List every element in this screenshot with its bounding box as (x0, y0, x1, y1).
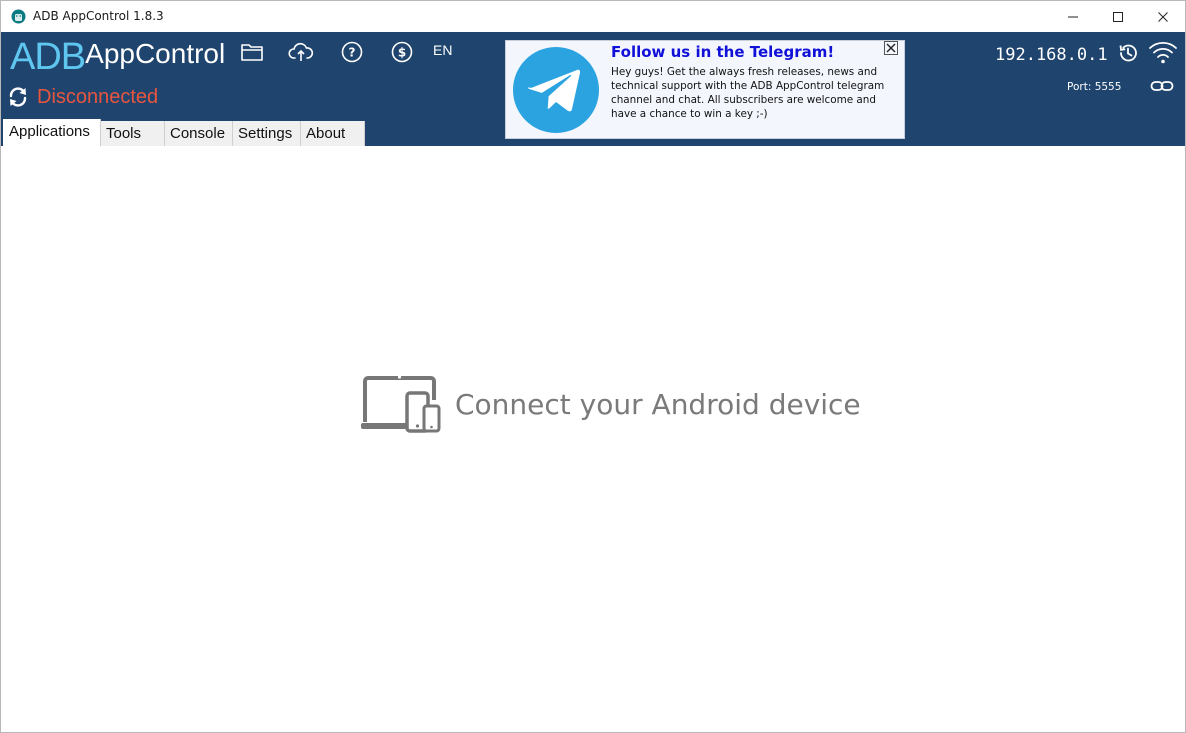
refresh-icon[interactable] (7, 86, 29, 108)
android-app-icon (11, 9, 26, 24)
question-circle-icon: ? (341, 41, 363, 63)
history-icon (1119, 44, 1137, 62)
logo-appcontrol-text: AppControl (85, 38, 226, 69)
tab-applications[interactable]: Applications (3, 119, 101, 146)
link-button[interactable] (1149, 76, 1175, 96)
title-bar[interactable]: ADB AppControl 1.8.3 (1, 1, 1185, 32)
wifi-connect-button[interactable] (1147, 39, 1179, 65)
main-content: Connect your Android device (1, 146, 1185, 732)
tab-about[interactable]: About (301, 121, 365, 146)
ip-address: 192.168.0.1 (995, 45, 1108, 65)
status-text: Disconnected (37, 85, 159, 108)
help-button[interactable]: ? (339, 39, 365, 65)
close-button[interactable] (1140, 1, 1186, 32)
telegram-banner[interactable]: Follow us in the Telegram! Hey guys! Get… (505, 40, 905, 139)
tab-settings[interactable]: Settings (233, 121, 301, 146)
history-button[interactable] (1115, 40, 1141, 66)
minimize-icon (1068, 16, 1078, 17)
maximize-icon (1113, 11, 1123, 22)
language-selector[interactable]: EN (433, 42, 452, 58)
empty-state: Connect your Android device (361, 374, 861, 434)
app-header: ADBAppControl ? $ EN Disconnected Follow… (1, 32, 1185, 146)
svg-text:$: $ (398, 46, 406, 60)
app-logo: ADBAppControl (10, 36, 225, 80)
wifi-icon (1149, 41, 1177, 64)
port-label: Port: 5555 (1067, 81, 1122, 93)
telegram-icon (513, 47, 599, 133)
banner-close-icon[interactable] (884, 41, 898, 55)
window-title: ADB AppControl 1.8.3 (33, 9, 164, 23)
connection-status: Disconnected (7, 84, 158, 110)
cloud-upload-button[interactable] (288, 39, 314, 65)
dollar-circle-icon: $ (391, 41, 413, 63)
folder-icon (241, 44, 263, 61)
app-window: ADB AppControl 1.8.3 ADBAppControl ? $ E… (0, 0, 1186, 733)
maximize-button[interactable] (1095, 1, 1141, 32)
cloud-upload-icon (288, 42, 314, 61)
banner-title: Follow us in the Telegram! (611, 43, 835, 61)
open-folder-button[interactable] (239, 39, 265, 65)
empty-message: Connect your Android device (455, 387, 861, 421)
link-icon (1150, 81, 1174, 91)
donate-button[interactable]: $ (389, 39, 415, 65)
devices-icon (361, 375, 441, 433)
banner-body: Hey guys! Get the always fresh releases,… (611, 66, 885, 120)
svg-text:?: ? (349, 46, 356, 60)
close-icon (1158, 11, 1168, 22)
tab-tools[interactable]: Tools (101, 121, 165, 146)
minimize-button[interactable] (1050, 1, 1096, 32)
tab-console[interactable]: Console (165, 121, 233, 146)
logo-adb-text: ADB (10, 36, 86, 78)
